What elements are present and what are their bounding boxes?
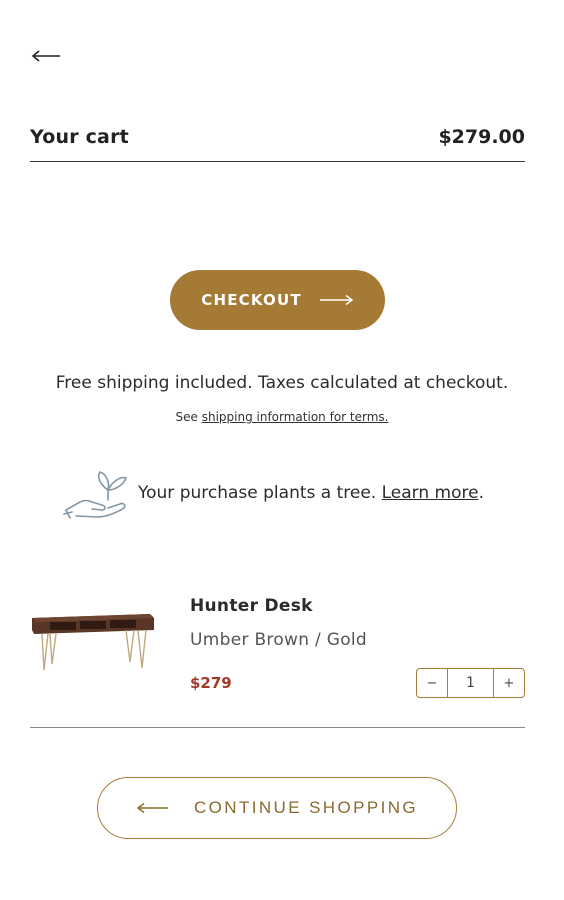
- tree-text-main: Your purchase plants a tree.: [138, 483, 382, 503]
- tree-promo: Your purchase plants a tree. Learn more.: [62, 464, 484, 522]
- continue-shopping-label: CONTINUE SHOPPING: [193, 798, 419, 817]
- shipping-note: Free shipping included. Taxes calculated…: [55, 373, 509, 393]
- increment-button[interactable]: +: [494, 669, 524, 697]
- arrow-left-icon: [31, 50, 60, 62]
- cart-total: $279.00: [438, 126, 525, 148]
- decrement-button[interactable]: −: [417, 669, 447, 697]
- quantity-stepper: − 1 +: [416, 668, 525, 698]
- back-button[interactable]: [30, 44, 62, 68]
- tree-text-suffix: .: [478, 483, 484, 503]
- continue-shopping-button[interactable]: CONTINUE SHOPPING: [97, 777, 457, 839]
- plant-hand-icon: [63, 471, 127, 519]
- shipping-info-link[interactable]: shipping information for terms.: [202, 410, 389, 424]
- arrow-right-icon: [319, 294, 354, 306]
- product-name[interactable]: Hunter Desk: [190, 596, 313, 616]
- tree-text: Your purchase plants a tree. Learn more.: [138, 483, 484, 503]
- quantity-value[interactable]: 1: [447, 669, 494, 697]
- shipping-terms-prefix: See: [175, 410, 202, 424]
- cart-header: Your cart $279.00: [30, 126, 525, 162]
- shipping-terms: See shipping information for terms.: [0, 410, 564, 424]
- arrow-left-icon: [136, 802, 168, 814]
- product-price: $279: [190, 674, 232, 692]
- product-image[interactable]: [30, 600, 156, 672]
- product-variant: Umber Brown / Gold: [190, 630, 368, 650]
- cart-title: Your cart: [30, 126, 129, 148]
- cart-line-item: Hunter Desk Umber Brown / Gold $279 − 1 …: [30, 590, 525, 698]
- checkout-label: CHECKOUT: [201, 291, 302, 309]
- checkout-button[interactable]: CHECKOUT: [170, 270, 385, 330]
- divider: [30, 727, 525, 728]
- learn-more-link[interactable]: Learn more: [382, 483, 479, 503]
